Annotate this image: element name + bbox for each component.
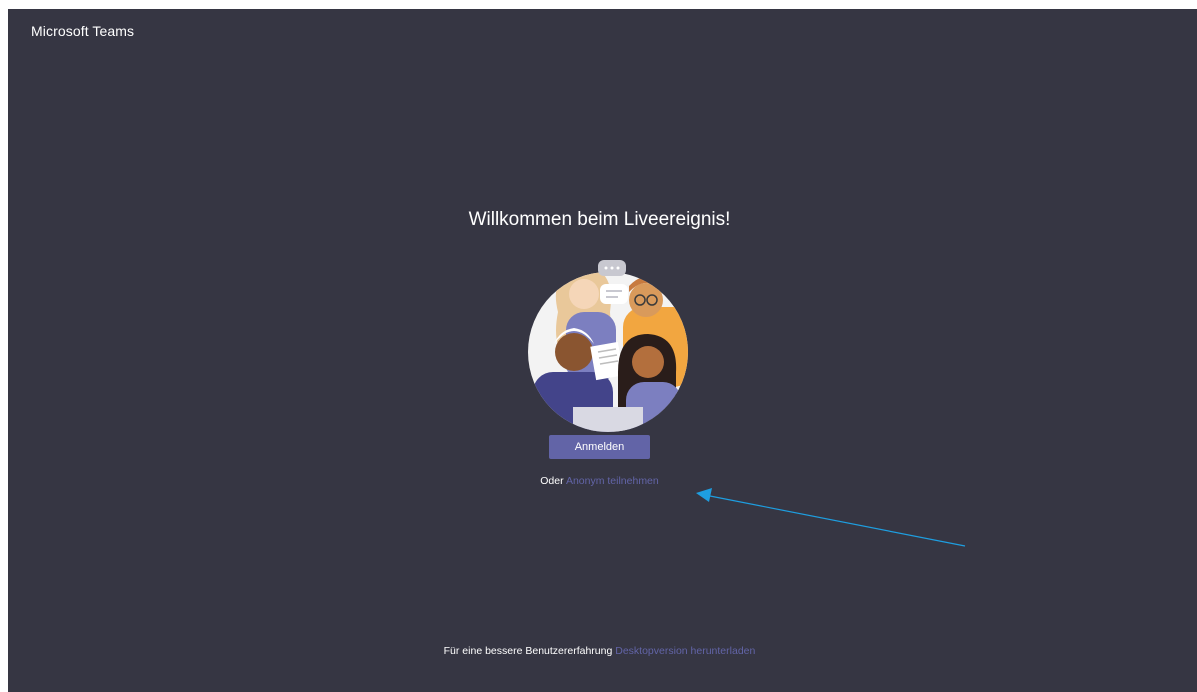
footer-text: Für eine bessere Benutzererfahrung xyxy=(443,645,613,657)
welcome-heading: Willkommen beim Liveereignis! xyxy=(468,209,731,230)
download-desktop-link[interactable]: Desktopversion herunterladen xyxy=(615,645,755,657)
anonymous-join-line: Oder Anonym teilnehmen xyxy=(0,475,1197,487)
app-title: Microsoft Teams xyxy=(31,23,135,39)
signin-button[interactable]: Anmelden xyxy=(549,435,650,459)
footer-desktop-promo: Für eine bessere Benutzererfahrung Deskt… xyxy=(0,645,1197,657)
annotation-arrow xyxy=(696,488,966,547)
anonymous-join-link[interactable]: Anonym teilnehmen xyxy=(566,475,659,487)
people-illustration xyxy=(528,260,688,432)
anonymous-join-prefix: Oder xyxy=(540,475,564,487)
